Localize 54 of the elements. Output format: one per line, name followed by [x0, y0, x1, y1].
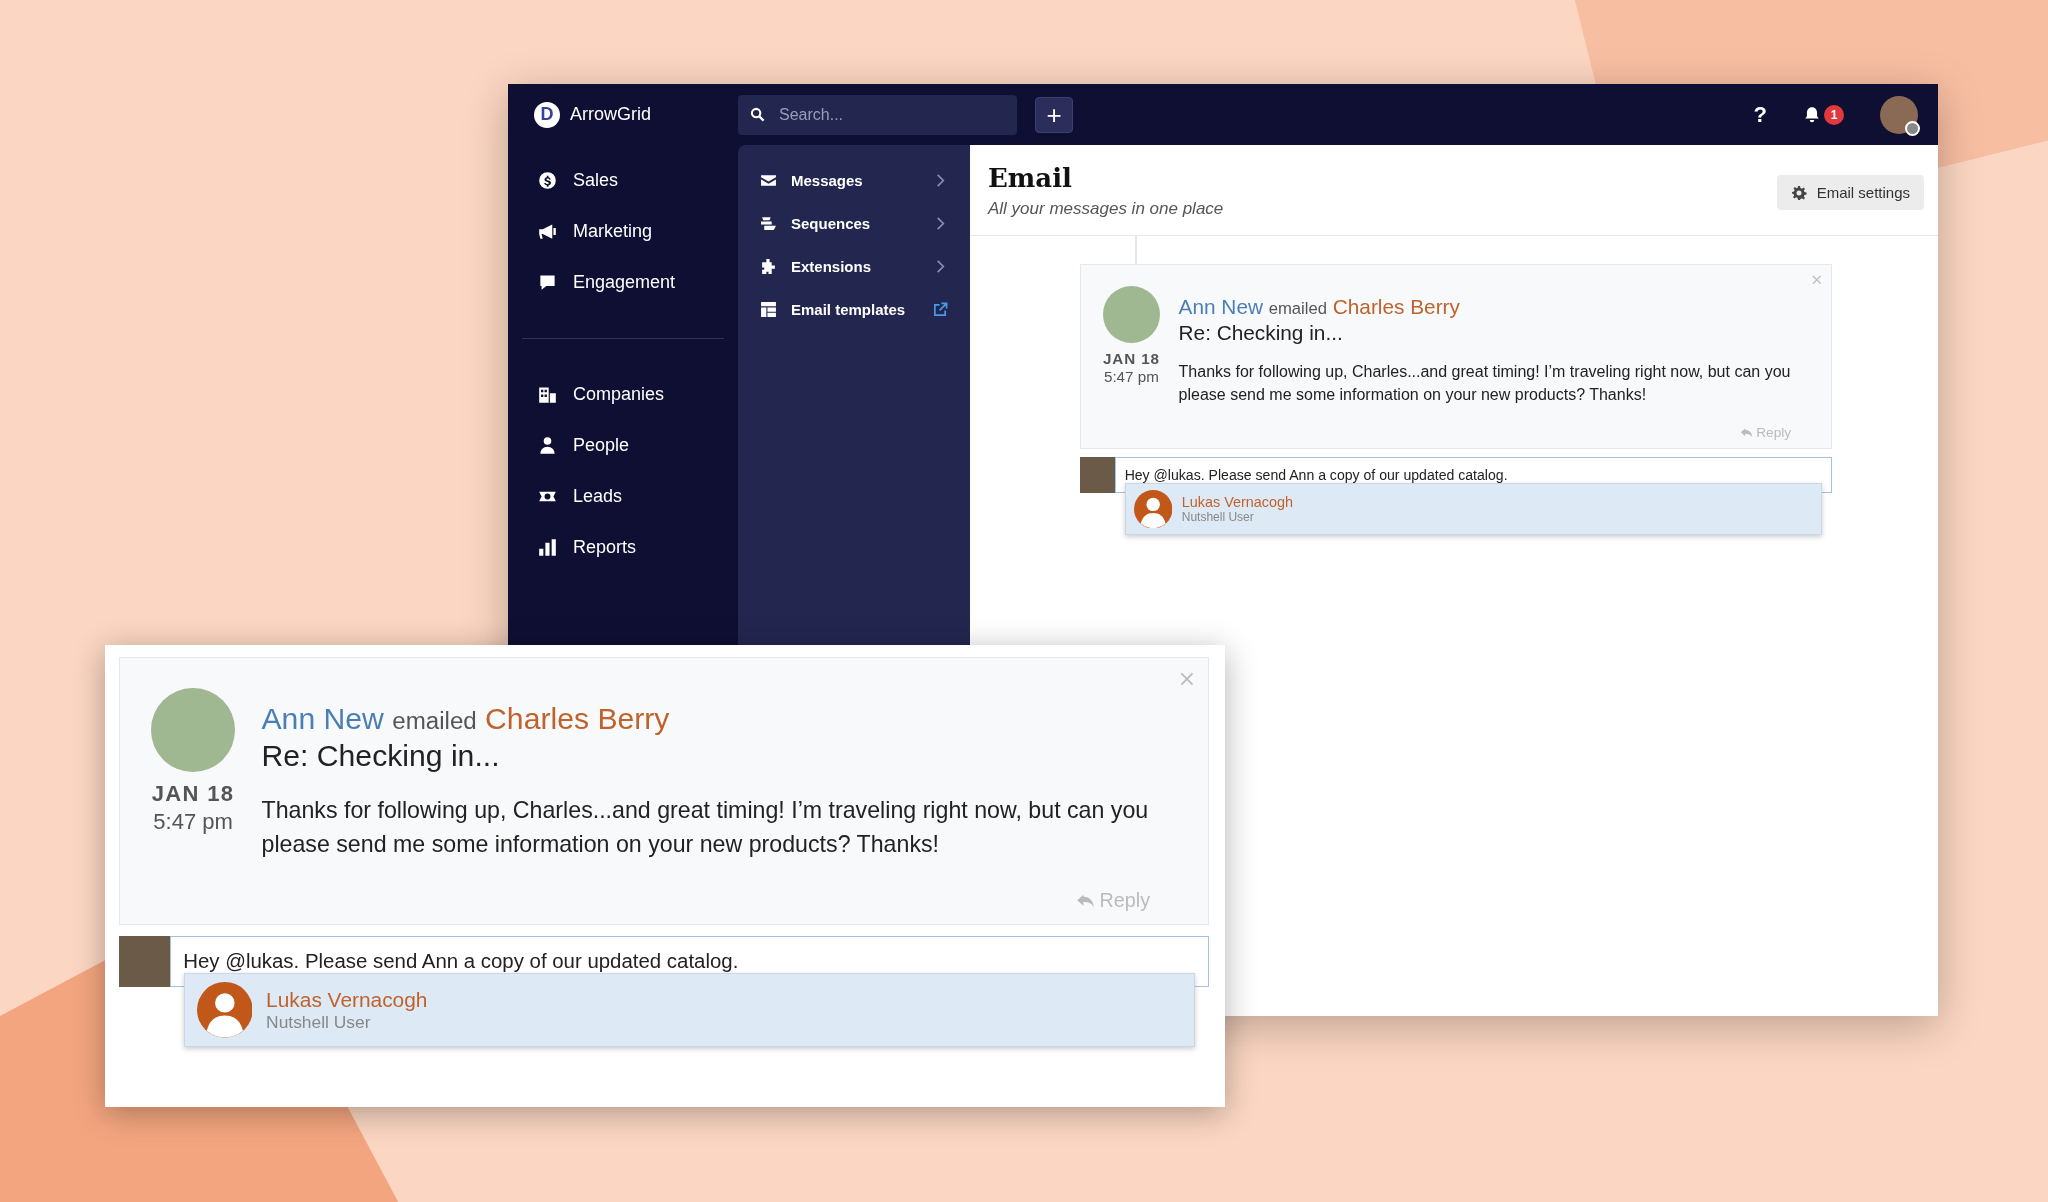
user-avatar[interactable] [1880, 95, 1918, 134]
submenu-item[interactable]: Messages [760, 159, 948, 202]
megaphone-icon [538, 222, 557, 241]
submenu-item[interactable]: Email templates [760, 288, 948, 331]
page-title: Email [988, 163, 1073, 193]
recipient-link[interactable]: Charles Berry [1332, 295, 1460, 319]
submenu-item[interactable]: Extensions [760, 245, 948, 288]
email-date: JAN 18 [1102, 349, 1160, 367]
bar-chart-icon [538, 538, 557, 557]
action-text: emailed [1268, 299, 1327, 319]
sender-link[interactable]: Ann New [261, 702, 384, 736]
puzzle-icon [760, 258, 777, 275]
email-subject: Re: Checking in... [261, 739, 501, 774]
add-button[interactable]: + [1035, 96, 1073, 133]
building-icon [538, 385, 557, 404]
app-name: ArrowGrid [570, 104, 651, 125]
chat-icon [538, 273, 557, 292]
dollar-icon [538, 171, 557, 190]
email-settings-button[interactable]: Email settings [1776, 175, 1924, 210]
sender-link[interactable]: Ann New [1178, 295, 1263, 319]
help-button[interactable]: ? [1753, 101, 1767, 128]
sidebar-item[interactable]: Companies [522, 369, 724, 420]
email-body: Thanks for following up, Charles...and great timing! I’m traveling right now, but can you please send me some information on your new products? Thanks! [1178, 361, 1791, 406]
submenu-item[interactable]: Sequences [760, 202, 948, 245]
bell-icon[interactable] [1803, 105, 1821, 124]
sidebar-item[interactable]: Sales [522, 155, 724, 206]
page-subtitle: All your messages in one place [988, 199, 1224, 219]
external-link-icon [933, 302, 948, 317]
recipient-link[interactable]: Charles Berry [485, 702, 670, 736]
photo-placeholder [119, 936, 171, 988]
sidebar-item[interactable]: People [522, 420, 724, 471]
sidebar-item[interactable]: Engagement [522, 257, 724, 308]
sidebar-item[interactable]: Leads [522, 471, 724, 522]
search-input[interactable]: Search... [777, 104, 981, 125]
user-silhouette-icon [1133, 489, 1173, 528]
email-time: 5:47 pm [153, 809, 233, 836]
stack-icon [760, 215, 777, 232]
email-time: 5:47 pm [1103, 368, 1159, 386]
envelope-icon [760, 172, 777, 189]
user-silhouette-icon [196, 982, 253, 1039]
sidebar-item[interactable]: Reports [522, 522, 724, 573]
email-date: JAN 18 [151, 780, 235, 807]
sidebar-item[interactable]: Marketing [522, 206, 724, 257]
logo-icon: D [534, 101, 560, 128]
photo-placeholder [1080, 457, 1116, 493]
search-field[interactable]: Search... [738, 94, 1017, 135]
email-subject: Re: Checking in... [1178, 321, 1344, 346]
search-icon [750, 107, 765, 122]
settings-icon [1790, 184, 1807, 201]
layout-icon [760, 301, 777, 318]
person-icon [538, 436, 557, 455]
email-body: Thanks for following up, Charles...and great timing! I’m traveling right now, but can you please send me some information on your new products? Thanks! [261, 795, 1150, 859]
notification-badge: 1 [1824, 104, 1844, 125]
action-text: emailed [392, 707, 477, 735]
